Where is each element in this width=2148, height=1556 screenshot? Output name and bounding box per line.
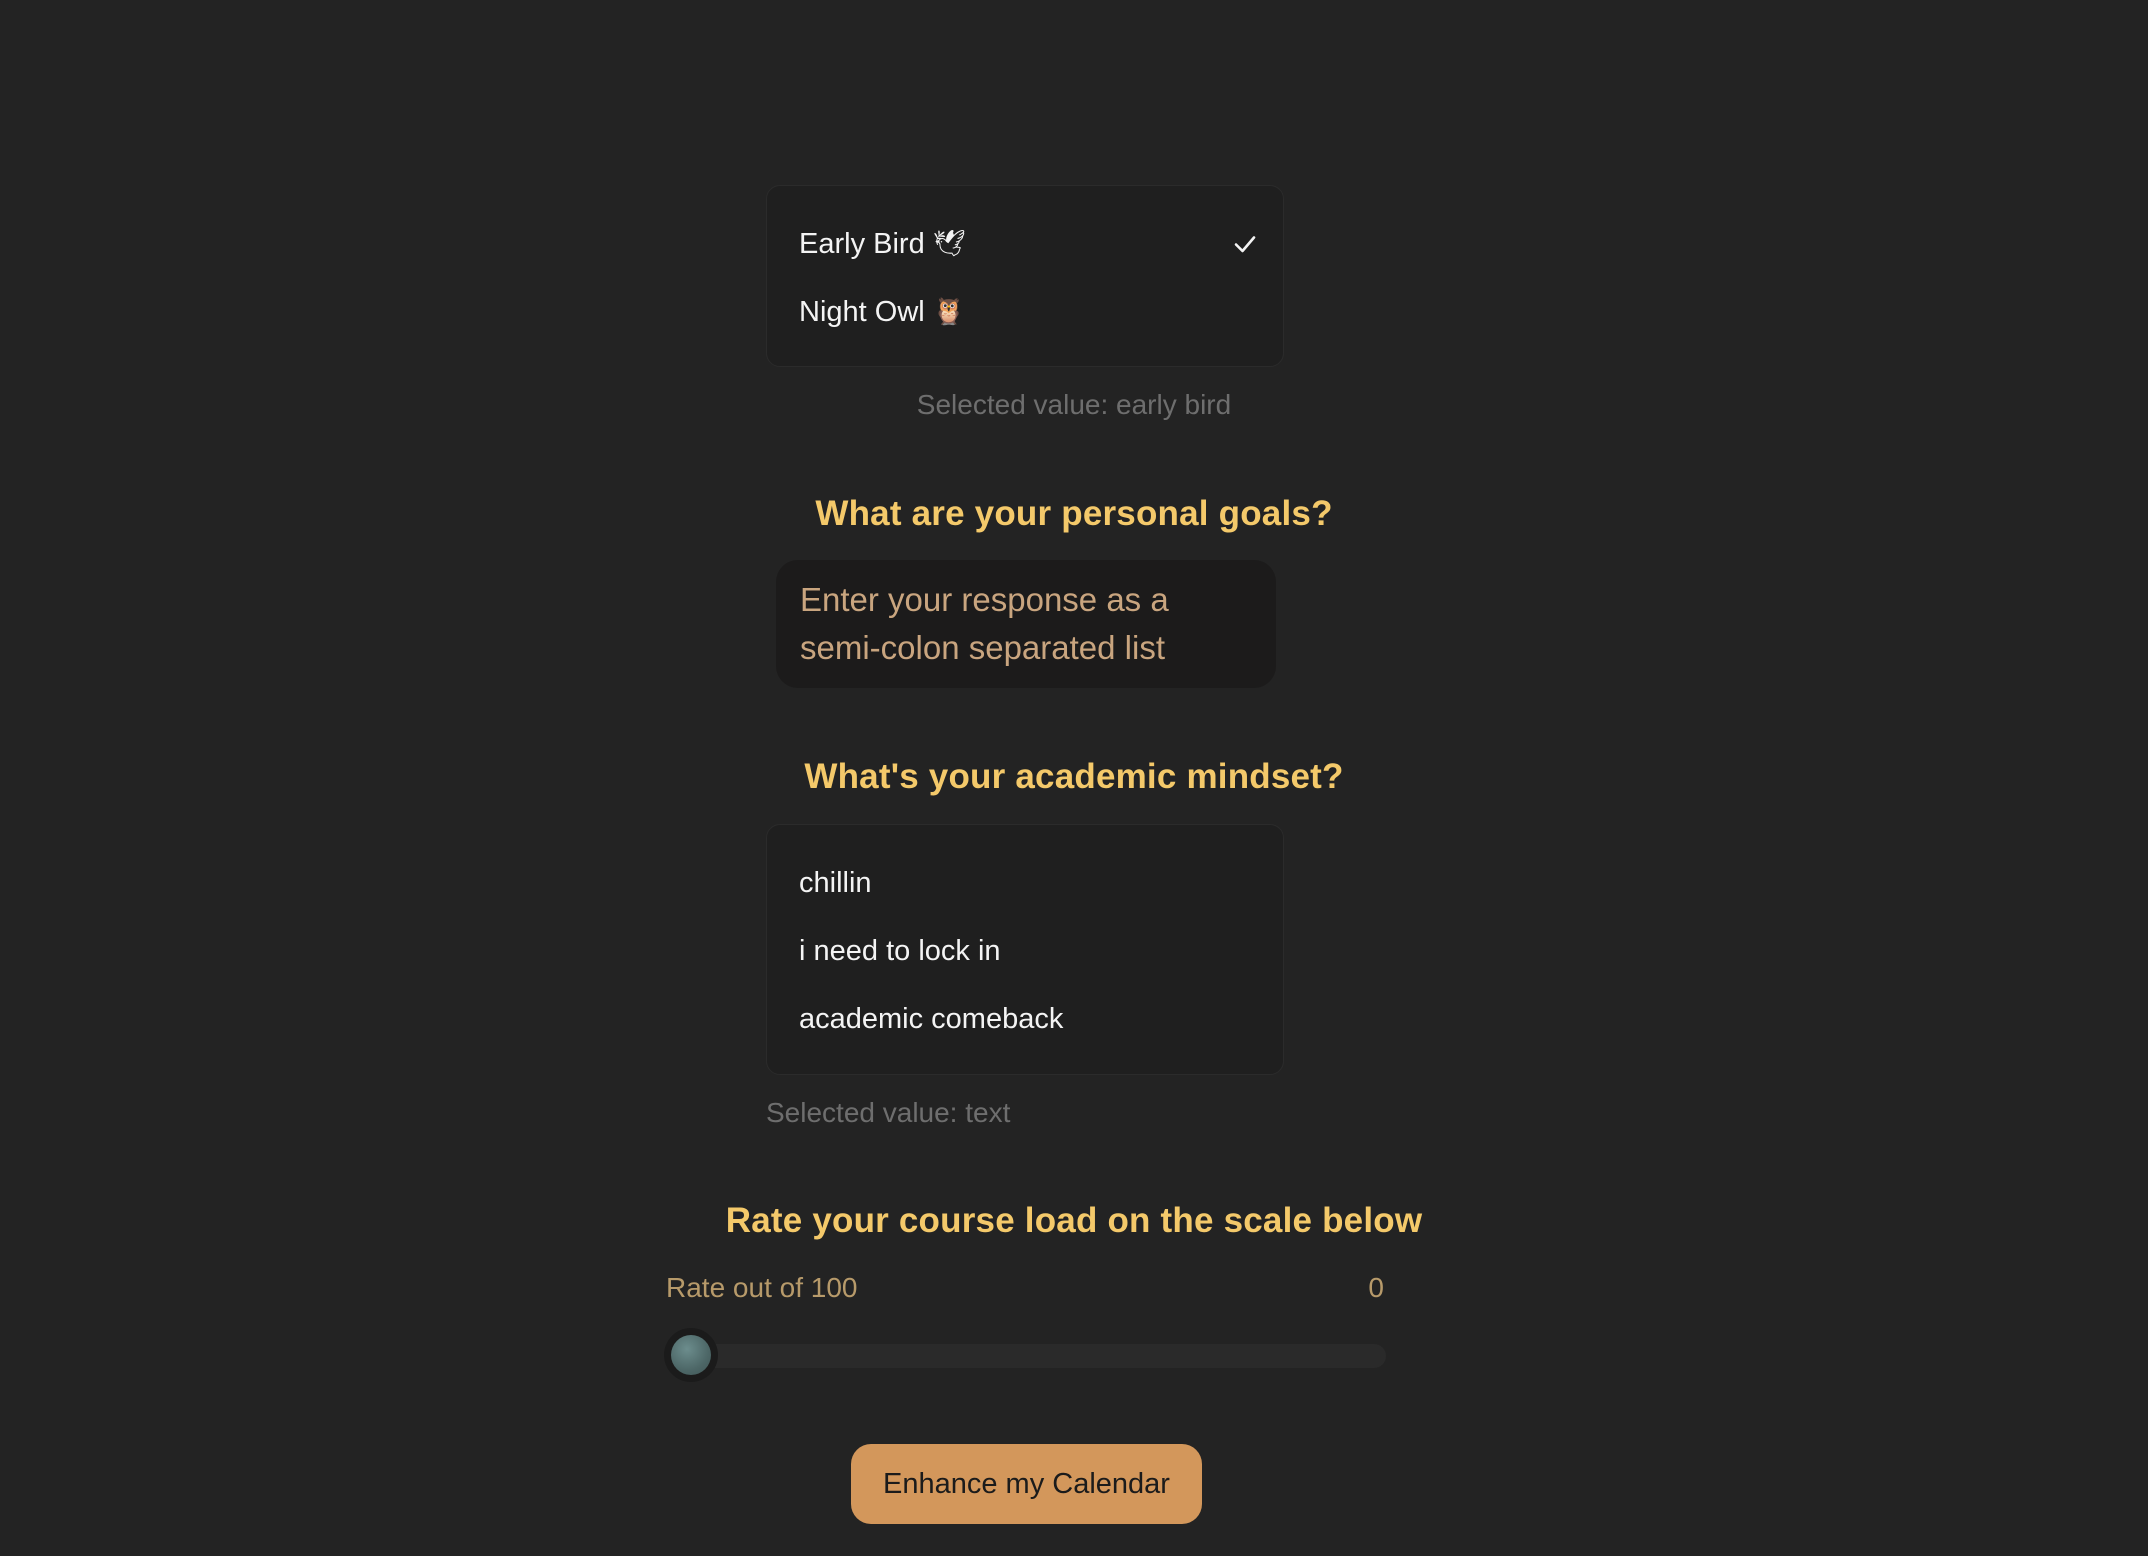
goals-input[interactable] (776, 560, 1276, 688)
dove-icon: 🕊 (932, 229, 966, 259)
option-label: chillin (799, 866, 872, 899)
slider-label: Rate out of 100 (666, 1272, 858, 1303)
course-load-slider-thumb[interactable] (664, 1328, 718, 1382)
slider-value: 0 (1368, 1272, 1384, 1303)
mindset-selected-value: Selected value: text (766, 1097, 1011, 1128)
slider-knob (671, 1335, 711, 1375)
course-load-heading: Rate your course load on the scale below (725, 1201, 1423, 1240)
enhance-calendar-button[interactable]: Enhance my Calendar (851, 1444, 1202, 1524)
mindset-listbox: chillin i need to lock in academic comeb… (766, 824, 1284, 1075)
option-label: i need to lock in (799, 934, 1001, 967)
option-label: academic comeback (799, 1002, 1064, 1035)
course-load-slider-track[interactable] (666, 1344, 1386, 1368)
option-label: Night Owl (799, 295, 925, 328)
chronotype-listbox: Early Bird 🕊 Night Owl 🦉 (766, 185, 1284, 367)
mindset-heading: What's your academic mindset? (804, 757, 1344, 796)
preferences-form: Early Bird 🕊 Night Owl 🦉 Selected value:… (0, 0, 2148, 1556)
option-early-bird[interactable]: Early Bird 🕊 (799, 218, 1259, 270)
chronotype-selected-value: Selected value: early bird (916, 389, 1232, 420)
checkmark-icon (1234, 236, 1256, 253)
owl-icon: 🦉 (932, 297, 966, 327)
goals-heading: What are your personal goals? (815, 494, 1333, 533)
option-academic-comeback[interactable]: academic comeback (799, 993, 1259, 1045)
option-night-owl[interactable]: Night Owl 🦉 (799, 286, 1259, 338)
option-chillin[interactable]: chillin (799, 857, 1259, 909)
option-label: Early Bird (799, 227, 925, 260)
option-lock-in[interactable]: i need to lock in (799, 925, 1259, 977)
